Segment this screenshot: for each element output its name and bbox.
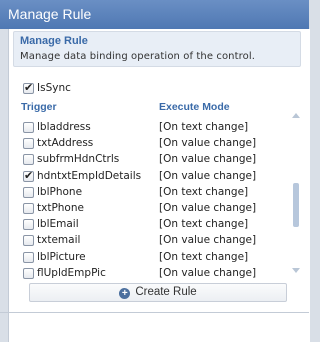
- row-execute-mode: [On value change]: [159, 153, 257, 166]
- footer-divider: [0, 312, 309, 313]
- row-trigger-name: subfrmHdnCtrls: [37, 153, 120, 166]
- window-title: Manage Rule: [0, 0, 309, 29]
- row-checkbox[interactable]: [23, 219, 34, 231]
- row-trigger-name: txtemail: [37, 234, 81, 247]
- row-execute-mode: [On text change]: [159, 218, 249, 231]
- row-checkbox[interactable]: [23, 122, 34, 133]
- row-checkbox[interactable]: [23, 203, 34, 214]
- row-checkbox[interactable]: [23, 235, 34, 247]
- row-trigger-name: txtPhone: [37, 202, 84, 214]
- plus-circle-icon: +: [119, 288, 131, 299]
- row-checkbox[interactable]: [23, 251, 34, 263]
- row-trigger-name: flUpldEmpPic: [37, 266, 106, 279]
- row-execute-mode: [On value change]: [159, 137, 257, 150]
- issync-label: IsSync: [37, 82, 71, 94]
- scroll-thumb[interactable]: [293, 183, 299, 227]
- create-rule-label: Create Rule: [135, 286, 197, 298]
- row-execute-mode: [On value change]: [159, 169, 257, 182]
- execute-mode-header: Execute Mode: [159, 101, 230, 113]
- card-title: Manage Rule: [20, 35, 88, 47]
- row-checkbox[interactable]: [23, 267, 34, 279]
- scroll-down-arrow-icon[interactable]: [292, 268, 300, 273]
- scroll-up-arrow-icon[interactable]: [292, 113, 300, 118]
- create-rule-button[interactable]: + Create Rule: [29, 283, 287, 302]
- row-trigger-name: hdntxtEmpIdDetails: [37, 169, 142, 182]
- row-execute-mode: [On value change]: [159, 266, 257, 279]
- row-checkbox[interactable]: [23, 186, 34, 198]
- row-execute-mode: [On text change]: [159, 185, 249, 198]
- row-checkbox[interactable]: [23, 169, 34, 182]
- row-execute-mode: [On value change]: [159, 202, 257, 214]
- panel-body: Manage Rule Manage data binding operatio…: [8, 29, 310, 342]
- row-execute-mode: [On text change]: [159, 121, 249, 133]
- info-card: Manage Rule Manage data binding operatio…: [13, 31, 301, 67]
- manage-rule-panel: Manage Rule Manage Rule Manage data bind…: [0, 0, 310, 342]
- card-description: Manage data binding operation of the con…: [20, 51, 255, 62]
- row-checkbox[interactable]: [23, 138, 34, 150]
- list-scrollbar[interactable]: [290, 113, 302, 281]
- issync-checkbox[interactable]: [23, 81, 34, 94]
- row-execute-mode: [On text change]: [159, 250, 249, 263]
- row-checkbox[interactable]: [23, 154, 34, 166]
- row-execute-mode: [On value change]: [159, 234, 257, 247]
- row-trigger-name: lblPhone: [37, 185, 83, 198]
- row-trigger-name: txtAddress: [37, 137, 94, 150]
- row-trigger-name: lblPicture: [37, 250, 86, 263]
- row-trigger-name: lbladdress: [37, 121, 91, 133]
- trigger-header: Trigger: [21, 101, 57, 113]
- row-trigger-name: lblEmail: [37, 218, 79, 231]
